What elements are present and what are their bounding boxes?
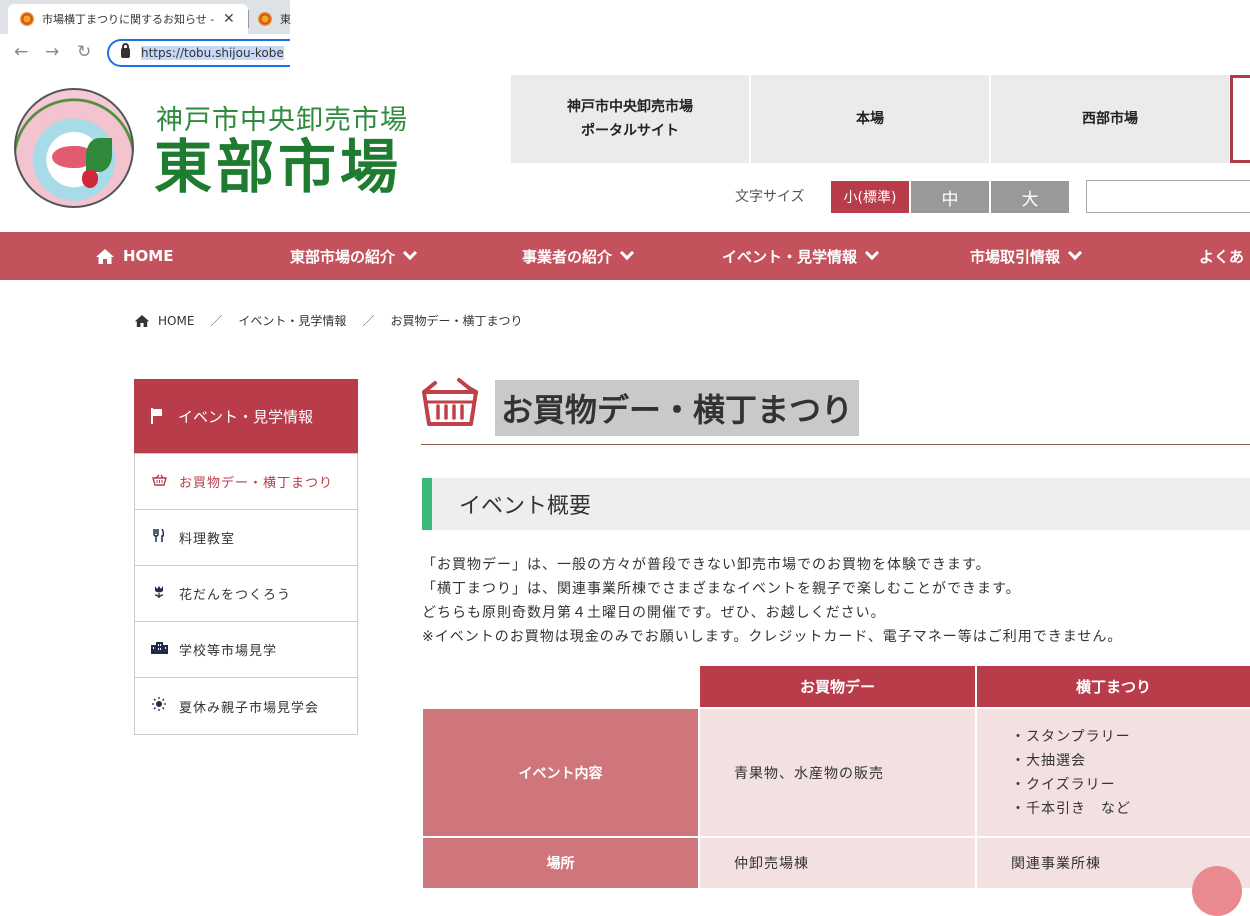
search-input[interactable] xyxy=(1086,180,1250,213)
site-logo[interactable] xyxy=(14,88,134,208)
address-bar[interactable]: https://tobu.shijou-kobe xyxy=(107,39,290,67)
browser-tab-strip: 市場横丁まつりに関するお知らせ - 神 ✕ 東 xyxy=(0,0,291,34)
forward-arrow-icon[interactable]: → xyxy=(45,42,59,62)
table-row-head: 場所 xyxy=(423,838,698,888)
home-icon xyxy=(96,248,114,264)
global-nav: HOME 東部市場の紹介 事業者の紹介 イベント・見学情報 市場取引情報 よくあ xyxy=(0,232,1250,280)
flag-icon xyxy=(150,408,164,424)
sidebar-heading-label: イベント・見学情報 xyxy=(178,407,314,426)
description-line: どちらも原則奇数月第４土曜日の開催です。ぜひ、お越しください。 xyxy=(422,605,886,621)
nav-businesses-label: 事業者の紹介 xyxy=(522,247,613,266)
tab-title: 市場横丁まつりに関するお知らせ - 神 xyxy=(42,13,217,26)
chevron-down-icon xyxy=(619,245,635,261)
tab-title: 東 xyxy=(280,13,291,26)
flower-icon xyxy=(151,585,167,602)
lock-icon xyxy=(121,43,130,58)
page-title: お買物デー・横丁まつり xyxy=(495,380,860,436)
nav-events[interactable]: イベント・見学情報 xyxy=(722,232,880,280)
sidebar-item-cooking[interactable]: 料理教室 xyxy=(135,510,357,566)
close-icon[interactable]: ✕ xyxy=(223,11,235,27)
font-size-medium-button[interactable]: 中 xyxy=(911,181,989,213)
description-line: 「横丁まつり」は、関連事業所棟でさまざまなイベントを親子で楽しむことができます。 xyxy=(422,581,1021,597)
browser-tab-second[interactable]: 東 xyxy=(252,4,291,34)
basket-icon xyxy=(422,378,478,426)
table-row-head: イベント内容 xyxy=(423,709,698,836)
top-link-next[interactable] xyxy=(1230,75,1250,163)
tab-divider xyxy=(248,10,249,28)
sidebar-item-label: 料理教室 xyxy=(179,532,236,547)
back-arrow-icon[interactable]: ← xyxy=(14,42,28,62)
sidebar-item-label: お買物デー・横丁まつり xyxy=(179,476,334,491)
url-text[interactable]: https://tobu.shijou-kobe xyxy=(141,46,284,60)
nav-home-label: HOME xyxy=(123,247,174,265)
chevron-down-icon xyxy=(402,245,418,261)
sidebar-heading[interactable]: イベント・見学情報 xyxy=(134,379,358,453)
chevron-down-icon xyxy=(864,245,880,261)
leaf-icon xyxy=(86,138,112,172)
nav-businesses[interactable]: 事業者の紹介 xyxy=(522,232,635,280)
table-header-yokocho: 横丁まつり xyxy=(977,666,1250,707)
font-size-large-button[interactable]: 大 xyxy=(991,181,1069,213)
nav-events-label: イベント・見学情報 xyxy=(722,247,858,266)
breadcrumb-separator: ／ xyxy=(362,314,375,328)
sidebar-item-shopping-day[interactable]: お買物デー・横丁まつり xyxy=(135,454,357,510)
description-line: ※イベントのお買物は現金のみでお願いします。クレジットカード、電子マネー等はご利… xyxy=(422,629,1123,645)
breadcrumb-home[interactable]: HOME xyxy=(158,314,194,328)
description-line: 「お買物デー」は、一般の方々が普段できない卸売市場でのお買物を体験できます。 xyxy=(422,557,991,573)
favicon-icon xyxy=(258,12,272,26)
chevron-down-icon xyxy=(1067,245,1083,261)
sidebar-item-summer-tour[interactable]: 夏休み親子市場見学会 xyxy=(135,678,357,734)
top-links: 神戸市中央卸売市場 ポータルサイト 本場 西部市場 xyxy=(511,75,1231,163)
sidebar-item-label: 夏休み親子市場見学会 xyxy=(179,700,320,716)
table-cell: 仲卸売場棟 xyxy=(700,838,975,888)
sidebar-item-label: 花だんをつくろう xyxy=(179,588,292,603)
title-divider xyxy=(421,444,1250,445)
table-cell: 青果物、水産物の販売 xyxy=(700,709,975,836)
section-heading: イベント概要 xyxy=(422,478,1250,530)
top-link-seibu[interactable]: 西部市場 xyxy=(991,75,1229,163)
browser-tab-active[interactable]: 市場横丁まつりに関するお知らせ - 神 ✕ xyxy=(8,4,248,34)
fork-knife-icon xyxy=(151,528,167,546)
breadcrumb: HOME ／ イベント・見学情報 ／ お買物デー・横丁まつり xyxy=(134,312,522,329)
table-cell: ・スタンプラリー ・大抽選会 ・クイズラリー ・千本引き など xyxy=(977,709,1250,836)
nav-faq[interactable]: よくあ xyxy=(1199,232,1244,280)
nav-faq-label: よくあ xyxy=(1199,247,1245,266)
font-size-label: 文字サイズ xyxy=(735,189,805,205)
event-description: 「お買物デー」は、一般の方々が普段できない卸売市場でのお買物を体験できます。 「… xyxy=(422,553,1122,649)
nav-about[interactable]: 東部市場の紹介 xyxy=(290,232,418,280)
basket-icon xyxy=(151,474,167,490)
list-item: ・スタンプラリー xyxy=(1011,728,1131,745)
sidebar-item-flowerbed[interactable]: 花だんをつくろう xyxy=(135,566,357,622)
reload-icon[interactable]: ↻ xyxy=(77,42,91,62)
breadcrumb-separator: ／ xyxy=(210,314,223,328)
site-subtitle[interactable]: 神戸市中央卸売市場 xyxy=(156,98,408,137)
nav-trading[interactable]: 市場取引情報 xyxy=(970,232,1083,280)
sun-icon xyxy=(151,697,167,715)
list-item: ・大抽選会 xyxy=(1011,752,1086,769)
breadcrumb-current: お買物デー・横丁まつり xyxy=(390,314,523,328)
table-header-shopping-day: お買物デー xyxy=(700,666,975,707)
nav-home[interactable]: HOME xyxy=(95,232,173,280)
home-icon xyxy=(134,314,150,327)
browser-toolbar: ← → ↻ https://tobu.shijou-kobe xyxy=(0,34,290,70)
nav-trading-label: 市場取引情報 xyxy=(970,247,1061,266)
breadcrumb-events[interactable]: イベント・見学情報 xyxy=(238,312,346,329)
top-link-honjo[interactable]: 本場 xyxy=(751,75,989,163)
list-item: ・クイズラリー xyxy=(1011,776,1116,793)
sidebar-item-label: 学校等市場見学 xyxy=(179,644,278,659)
sidebar-menu: お買物デー・横丁まつり 料理教室 花だんをつくろう 学校等市場見学 夏休み親子市… xyxy=(134,453,358,735)
event-list: ・スタンプラリー ・大抽選会 ・クイズラリー ・千本引き など xyxy=(1011,725,1131,821)
strawberry-icon xyxy=(82,170,98,188)
scroll-to-top-button[interactable] xyxy=(1192,866,1242,916)
font-size-small-button[interactable]: 小(標準) xyxy=(831,181,909,213)
list-item: ・千本引き など xyxy=(1011,800,1131,817)
site-title[interactable]: 東部市場 xyxy=(154,134,402,200)
top-link-portal[interactable]: 神戸市中央卸売市場 ポータルサイト xyxy=(511,75,749,163)
favicon-icon xyxy=(20,12,34,26)
nav-about-label: 東部市場の紹介 xyxy=(290,247,396,266)
sidebar-item-school-tour[interactable]: 学校等市場見学 xyxy=(135,622,357,678)
building-icon xyxy=(151,641,168,658)
